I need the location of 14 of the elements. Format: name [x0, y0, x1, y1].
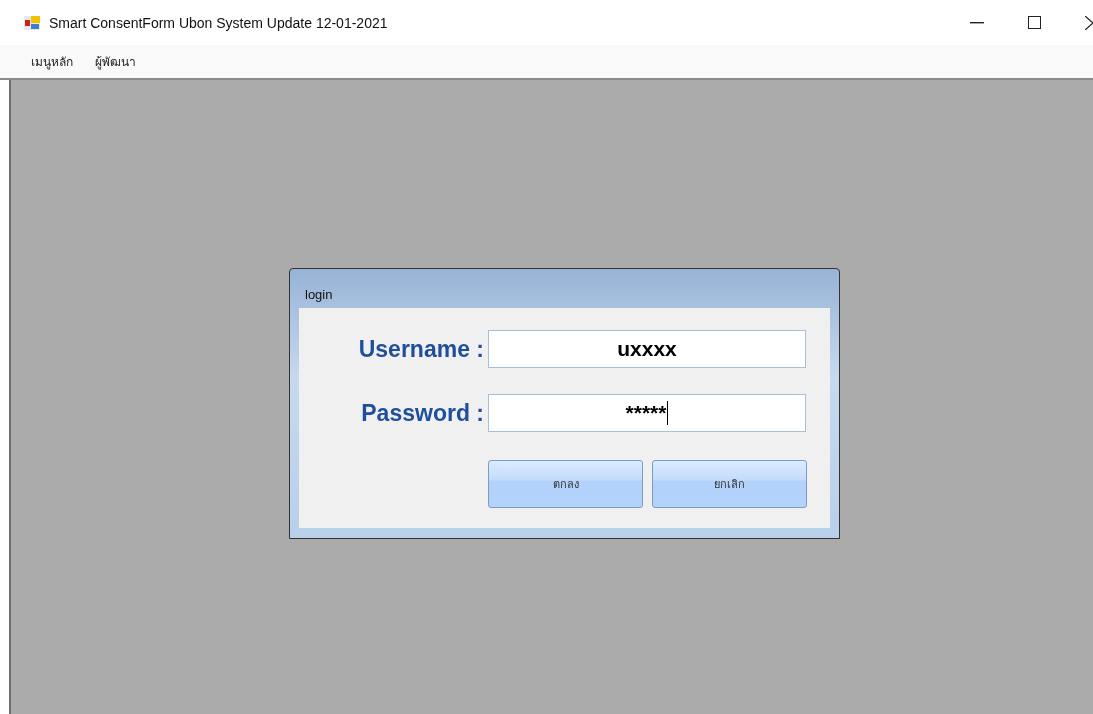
input-field[interactable]: *****: [488, 394, 806, 432]
window-title: Smart ConsentForm Ubon System Update 12-01-2021: [49, 14, 388, 31]
field-label: Username :: [357, 335, 484, 363]
close-icon[interactable]: [1085, 15, 1093, 30]
maximize-icon[interactable]: [1028, 16, 1041, 29]
menu-item[interactable]: ผู้พัฒนา: [95, 52, 136, 71]
dialog-button[interactable]: ตกลง: [488, 460, 643, 508]
dialog-button[interactable]: ยกเลิก: [652, 460, 807, 508]
input-field[interactable]: uxxxx: [488, 330, 806, 368]
field-label: Password :: [360, 399, 484, 427]
menu-item[interactable]: เมนูหลัก: [31, 52, 73, 71]
app-icon: [24, 14, 40, 31]
minimize-icon[interactable]: [970, 21, 984, 24]
dialog-title: login: [304, 286, 334, 304]
